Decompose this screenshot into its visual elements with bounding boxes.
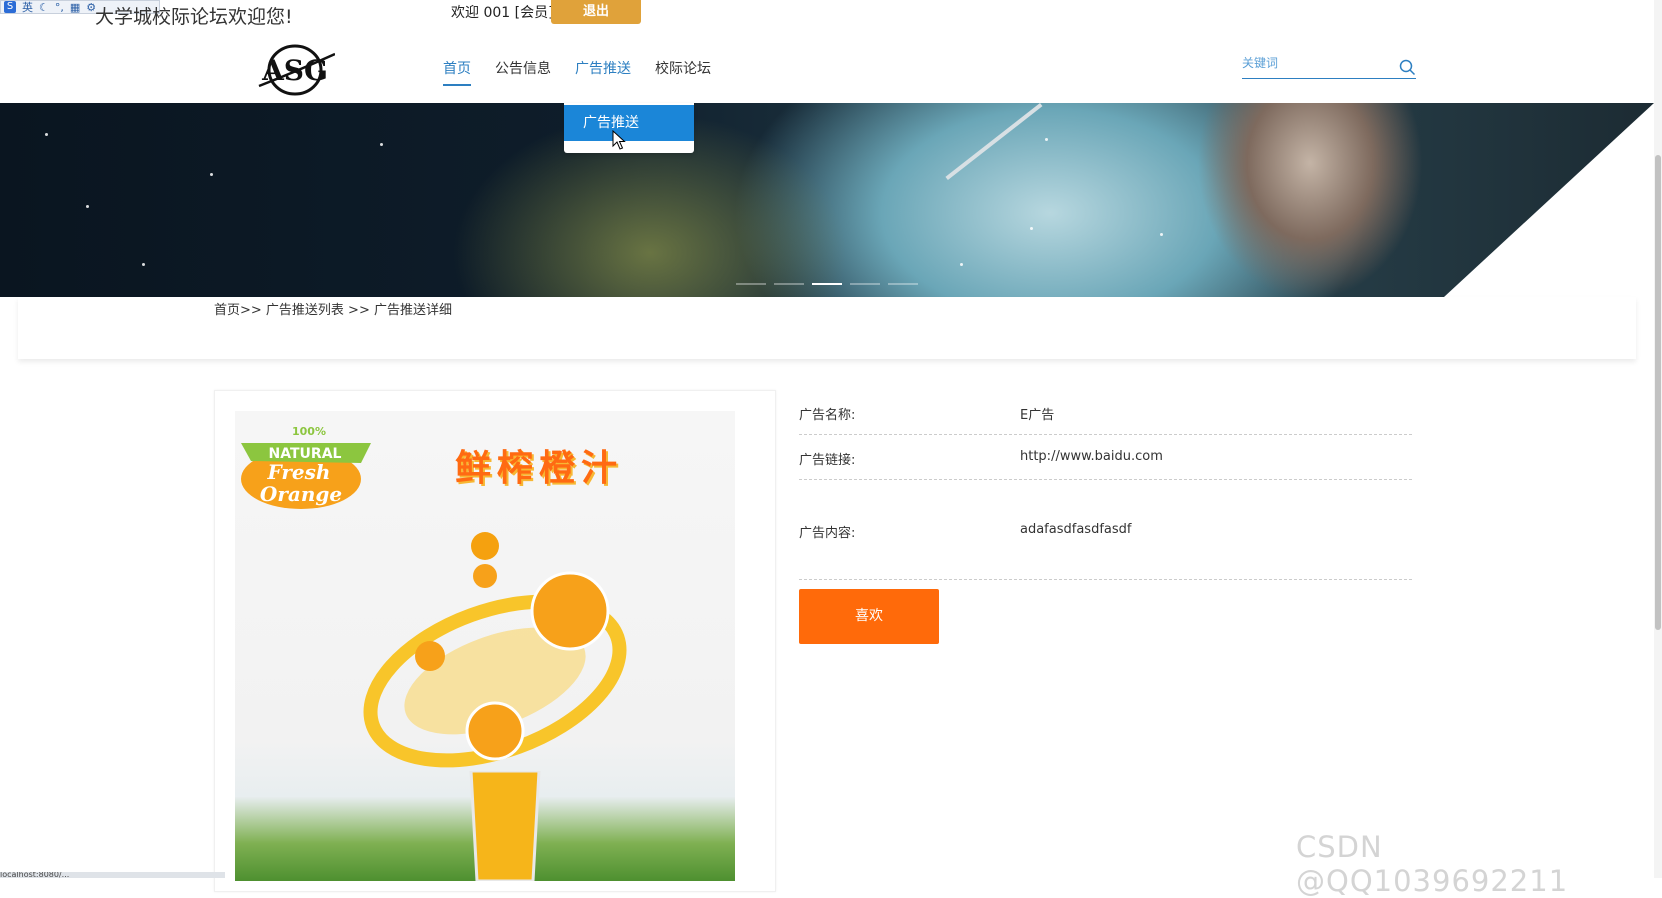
main-nav: 首页 公告信息 广告推送 校际论坛: [443, 58, 711, 86]
nav-ad-push[interactable]: 广告推送: [575, 58, 631, 86]
punctuation-icon[interactable]: °,: [55, 1, 64, 14]
banner-dot[interactable]: [736, 283, 766, 285]
ime-logo-icon[interactable]: S: [4, 1, 16, 13]
nav-forum[interactable]: 校际论坛: [655, 58, 711, 86]
nav-announcements[interactable]: 公告信息: [495, 58, 551, 86]
logo-text: ASG: [261, 54, 328, 87]
nav-home[interactable]: 首页: [443, 58, 471, 86]
ad-content-value: adafasdfasdfasdf: [1020, 522, 1132, 537]
badge-percent: 100%: [292, 425, 326, 438]
status-bar-url: localhost:8080/...: [0, 872, 225, 878]
hero-banner: [0, 103, 1654, 297]
scrollbar-thumb[interactable]: [1655, 155, 1661, 630]
ad-image: 100% NATURAL Fresh Orange 鲜榨橙汁: [235, 411, 735, 881]
keyboard-icon[interactable]: ▦: [70, 1, 80, 14]
site-welcome: 大学城校际论坛欢迎您!: [95, 6, 293, 28]
ad-link-value[interactable]: http://www.baidu.com: [1020, 449, 1163, 464]
search-input[interactable]: [1242, 54, 1382, 72]
like-button[interactable]: 喜欢: [799, 589, 939, 644]
ad-name-row: 广告名称: E广告: [799, 395, 1412, 435]
breadcrumb: 首页>> 广告推送列表 >> 广告推送详细: [214, 303, 452, 318]
poster-title: 鲜榨橙汁: [455, 447, 624, 489]
badge-orange: Orange: [260, 482, 342, 506]
ad-content-label: 广告内容:: [799, 526, 856, 541]
juice-glass-illustration: [469, 771, 541, 881]
user-welcome: 欢迎 001 [会员]: [451, 5, 554, 21]
ad-detail-info: 广告名称: E广告 广告链接: http://www.baidu.com 广告内…: [799, 395, 1412, 580]
mouse-cursor-icon: [612, 130, 626, 150]
page-scrollbar[interactable]: [1654, 0, 1662, 878]
fresh-orange-badge: 100% NATURAL Fresh Orange: [241, 425, 371, 509]
banner-pager: [736, 283, 918, 285]
ad-link-row: 广告链接: http://www.baidu.com: [799, 435, 1412, 480]
ad-content-row: 广告内容: adafasdfasdfasdf: [799, 480, 1412, 580]
banner-dot[interactable]: [850, 283, 880, 285]
badge-fresh: Fresh: [267, 460, 331, 484]
logout-button[interactable]: 退出: [551, 0, 641, 24]
search-icon[interactable]: [1398, 58, 1416, 76]
ad-name-label: 广告名称:: [799, 408, 856, 423]
ad-link-label: 广告链接:: [799, 453, 856, 468]
csdn-watermark: CSDN @QQ1039692211: [1296, 830, 1569, 898]
search-box: [1242, 52, 1416, 79]
ad-name-value: E广告: [1020, 408, 1055, 423]
banner-dot-active[interactable]: [812, 283, 842, 285]
nav-dropdown: 广告推送: [564, 103, 694, 153]
moon-icon[interactable]: ☾: [39, 1, 49, 14]
ime-mode[interactable]: 英: [22, 0, 33, 15]
banner-dot[interactable]: [888, 283, 918, 285]
site-logo[interactable]: ASG: [255, 42, 335, 98]
dropdown-item-ad-push[interactable]: 广告推送: [564, 105, 694, 141]
banner-dot[interactable]: [774, 283, 804, 285]
